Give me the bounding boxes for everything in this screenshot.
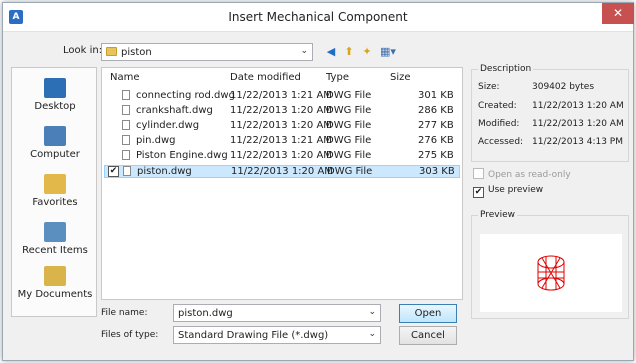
file-name-label: File name: xyxy=(101,308,148,318)
file-row-selected[interactable]: ✔ piston.dwg 11/22/2013 1:20 AM DWG File… xyxy=(104,165,460,178)
chevron-down-icon: ⌄ xyxy=(300,46,308,56)
column-size[interactable]: Size xyxy=(390,72,411,83)
place-favorites[interactable]: Favorites xyxy=(12,174,98,208)
file-icon xyxy=(122,135,130,145)
favorites-icon xyxy=(44,174,66,194)
file-icon xyxy=(122,90,130,100)
place-recent-items[interactable]: Recent Items xyxy=(12,222,98,256)
column-date-modified[interactable]: Date modified xyxy=(230,72,301,83)
cancel-button[interactable]: Cancel xyxy=(399,326,457,345)
title-bar: A Insert Mechanical Component ✕ xyxy=(3,3,634,32)
column-type[interactable]: Type xyxy=(326,72,349,83)
place-computer[interactable]: Computer xyxy=(12,126,98,160)
preview-title: Preview xyxy=(478,210,518,220)
places-bar: Desktop Computer Favorites Recent Items … xyxy=(11,67,97,317)
file-icon xyxy=(122,105,130,115)
file-row[interactable]: Piston Engine.dwg 11/22/2013 1:20 AM DWG… xyxy=(104,150,460,163)
place-desktop[interactable]: Desktop xyxy=(12,78,98,112)
use-preview-checkbox[interactable]: ✔ xyxy=(473,187,484,198)
file-icon xyxy=(123,166,131,176)
file-icon xyxy=(122,150,130,160)
view-menu-icon[interactable]: ▦▾ xyxy=(377,44,399,60)
file-row[interactable]: cylinder.dwg 11/22/2013 1:20 AM DWG File… xyxy=(104,120,460,133)
file-name-input[interactable]: piston.dwg ⌄ xyxy=(173,304,381,322)
file-type-label: Files of type: xyxy=(101,330,159,340)
column-header: Name Date modified Type Size xyxy=(102,70,462,86)
open-read-only-option[interactable]: Open as read-only xyxy=(473,168,571,180)
piston-model-preview xyxy=(537,255,565,291)
back-icon[interactable]: ◀ xyxy=(323,44,339,60)
description-title: Description xyxy=(478,64,534,74)
look-in-label: Look in: xyxy=(63,45,103,56)
file-type-dropdown[interactable]: Standard Drawing File (*.dwg) ⌄ xyxy=(173,326,381,344)
column-name[interactable]: Name xyxy=(110,72,140,83)
accessed-value: 11/22/2013 4:13 PM xyxy=(532,137,623,147)
computer-icon xyxy=(44,126,66,146)
modified-value: 11/22/2013 1:20 AM xyxy=(532,119,624,129)
place-my-documents[interactable]: My Documents xyxy=(12,266,98,300)
look-in-value: piston xyxy=(121,47,152,58)
file-icon xyxy=(122,120,130,130)
preview-panel: Preview xyxy=(471,210,629,319)
created-value: 11/22/2013 1:20 AM xyxy=(532,101,624,111)
file-list[interactable]: Name Date modified Type Size connecting … xyxy=(101,67,463,300)
dialog-title: Insert Mechanical Component xyxy=(228,10,408,24)
recent-items-icon xyxy=(44,222,66,242)
close-button[interactable]: ✕ xyxy=(602,3,634,24)
preview-image xyxy=(480,234,622,312)
size-value: 309402 bytes xyxy=(532,82,595,92)
file-row[interactable]: pin.dwg 11/22/2013 1:21 AM DWG File 276 … xyxy=(104,135,460,148)
folder-icon xyxy=(106,47,117,56)
new-folder-icon[interactable]: ✦ xyxy=(359,44,375,60)
up-folder-icon[interactable]: ⬆ xyxy=(341,44,357,60)
file-row[interactable]: connecting rod.dwg 11/22/2013 1:21 AM DW… xyxy=(104,90,460,103)
desktop-icon xyxy=(44,78,66,98)
use-preview-option[interactable]: ✔ Use preview xyxy=(473,185,543,198)
chevron-down-icon: ⌄ xyxy=(368,307,376,317)
documents-icon xyxy=(44,266,66,286)
read-only-checkbox[interactable] xyxy=(473,168,484,179)
file-row[interactable]: crankshaft.dwg 11/22/2013 1:20 AM DWG Fi… xyxy=(104,105,460,118)
open-button[interactable]: Open xyxy=(399,304,457,323)
description-panel: Description Size: 309402 bytes Created: … xyxy=(471,64,629,162)
look-in-dropdown[interactable]: piston ⌄ xyxy=(101,43,313,61)
insert-component-dialog: A Insert Mechanical Component ✕ Look in:… xyxy=(2,2,634,361)
chevron-down-icon: ⌄ xyxy=(368,329,376,339)
row-checkbox[interactable]: ✔ xyxy=(108,166,119,177)
